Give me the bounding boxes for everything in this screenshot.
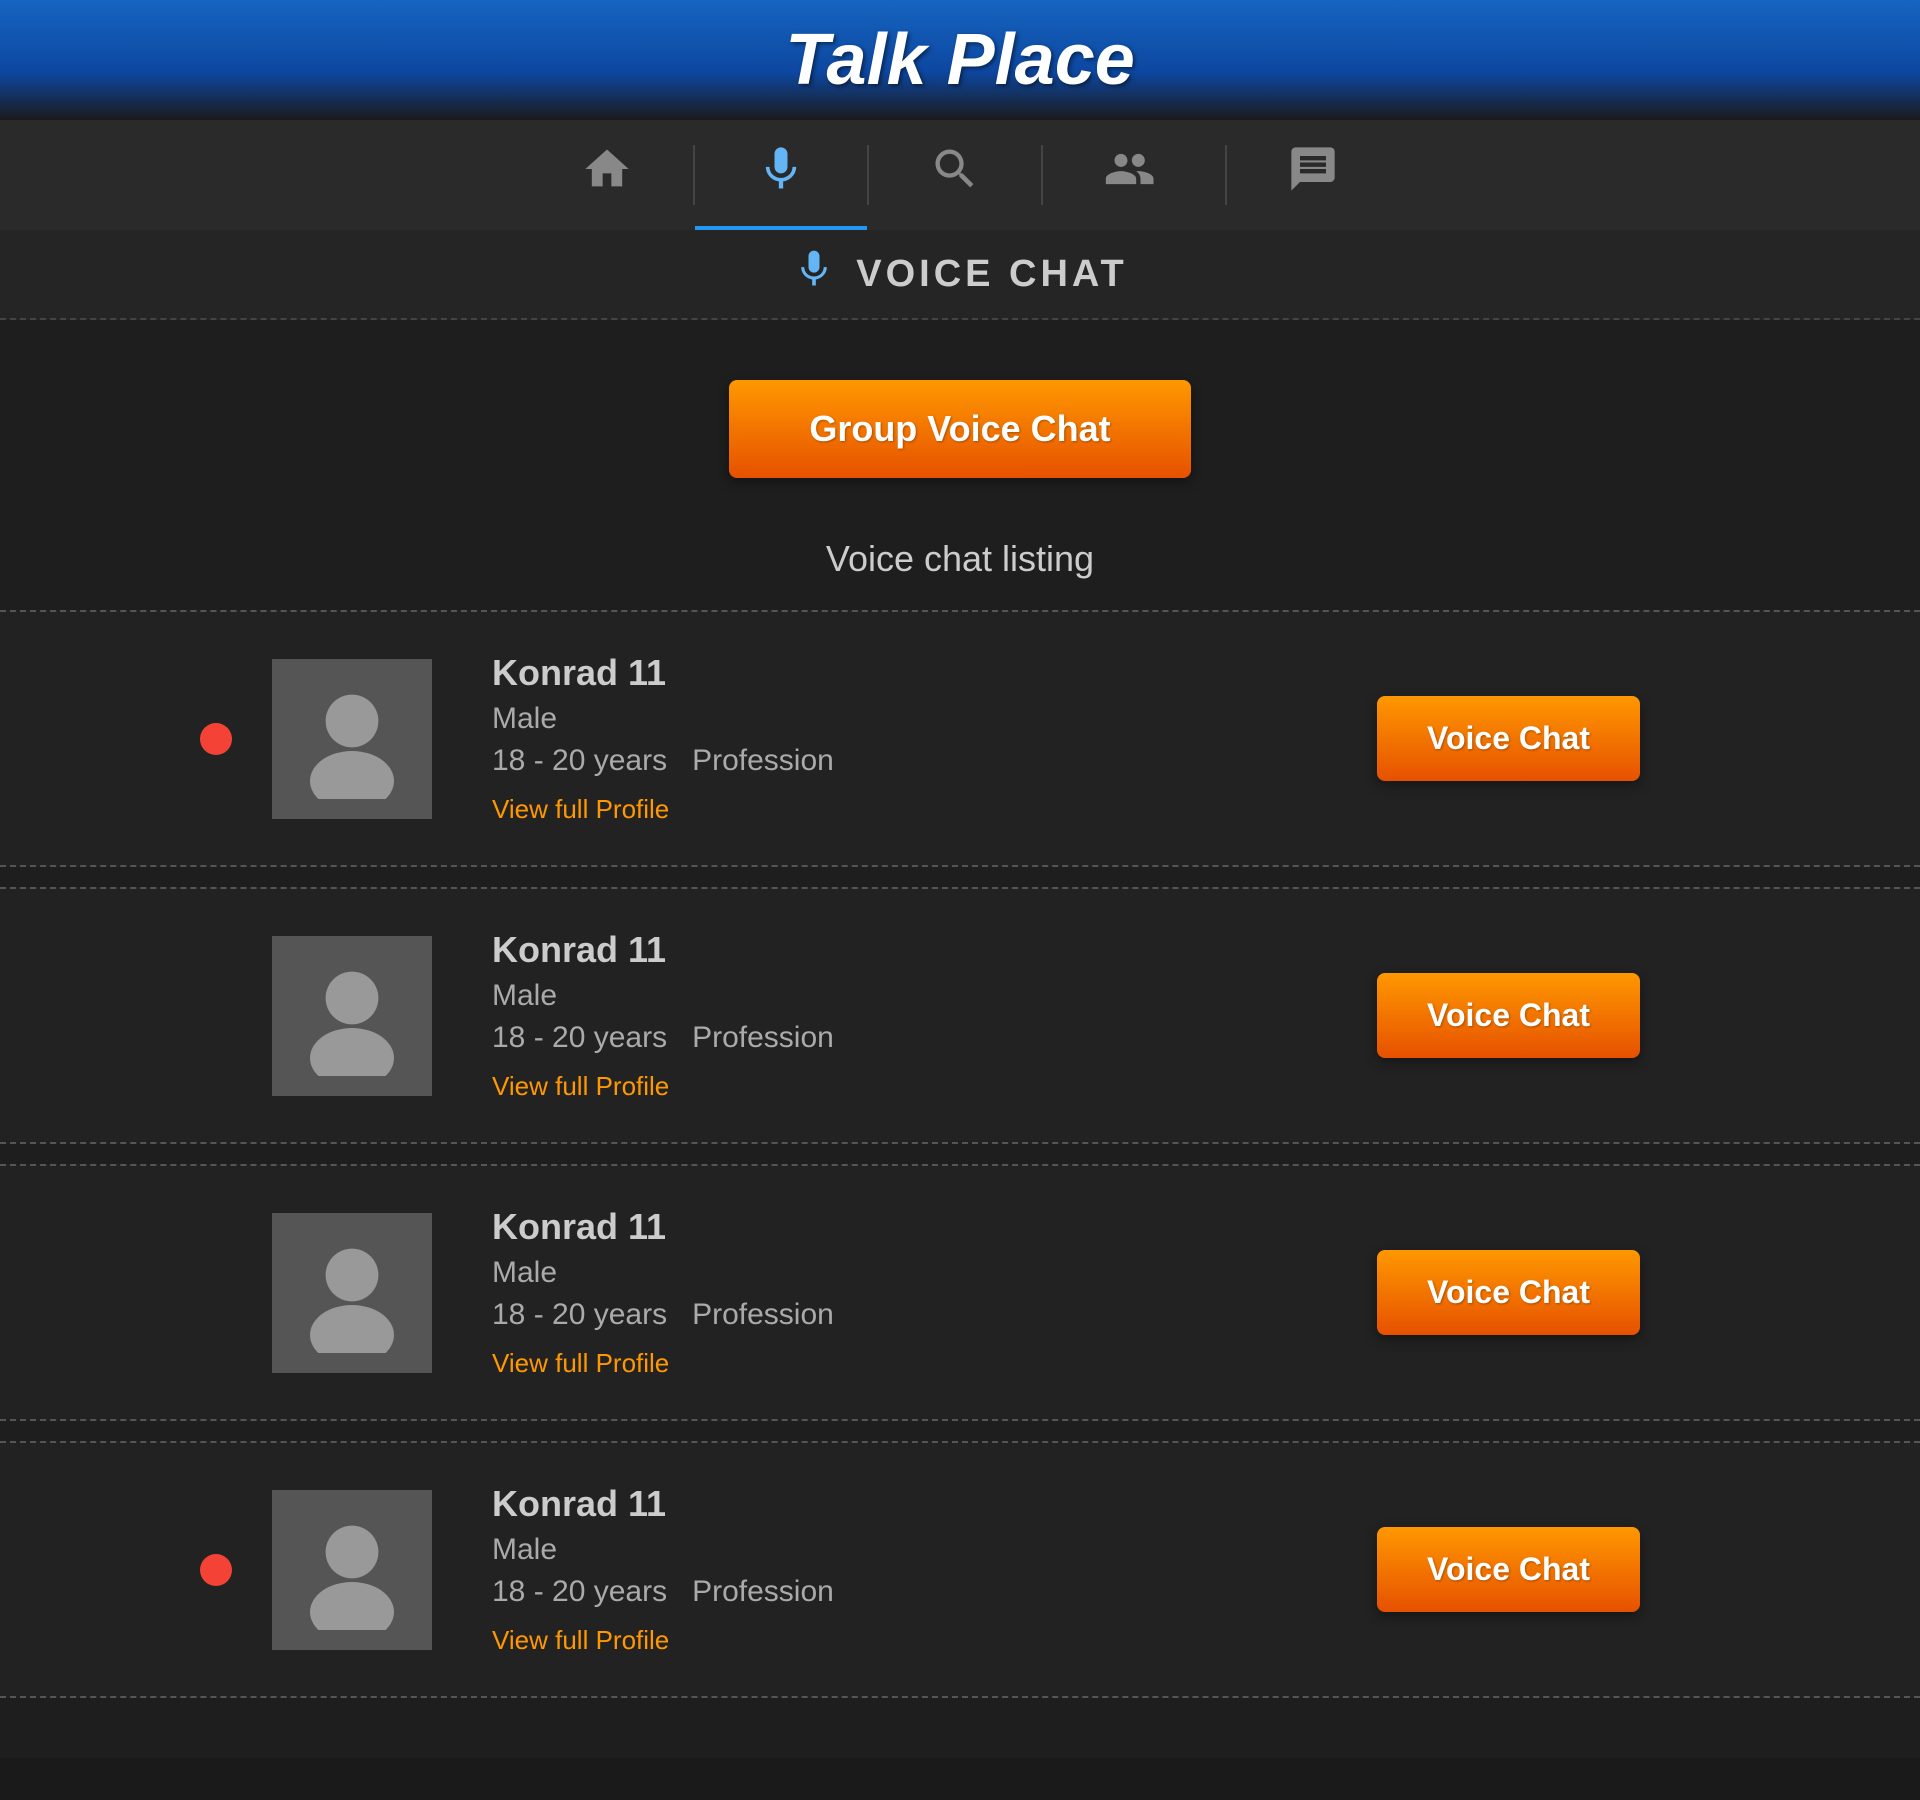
logo-talk: Talk (785, 20, 946, 100)
no-online-indicator (200, 1277, 232, 1309)
avatar (272, 936, 432, 1096)
message-icon (1287, 143, 1339, 208)
page-title-mic-icon (792, 247, 836, 301)
nav-search[interactable] (869, 120, 1041, 230)
user-name: Konrad 11 (492, 652, 1337, 694)
user-gender: Male (492, 1256, 1337, 1290)
search-icon (929, 143, 981, 208)
user-row: Konrad 11 Male 18 - 20 years Profession … (0, 1441, 1920, 1698)
group-icon (1103, 143, 1165, 208)
group-voice-chat-button[interactable]: Group Voice Chat (729, 380, 1190, 478)
user-details: 18 - 20 years Profession (492, 1021, 1337, 1055)
user-gender: Male (492, 702, 1337, 736)
view-profile-link[interactable]: View full Profile (492, 1348, 669, 1378)
user-name: Konrad 11 (492, 1206, 1337, 1248)
user-info: Konrad 11 Male 18 - 20 years Profession … (492, 929, 1337, 1102)
nav-home[interactable] (521, 120, 693, 230)
section-title: Voice chat listing (0, 538, 1920, 580)
voice-chat-button[interactable]: Voice Chat (1377, 973, 1640, 1058)
user-info: Konrad 11 Male 18 - 20 years Profession … (492, 652, 1337, 825)
group-chat-btn-wrapper: Group Voice Chat (0, 380, 1920, 478)
voice-chat-button[interactable]: Voice Chat (1377, 696, 1640, 781)
view-profile-link[interactable]: View full Profile (492, 794, 669, 824)
user-info: Konrad 11 Male 18 - 20 years Profession … (492, 1206, 1337, 1379)
user-details: 18 - 20 years Profession (492, 1575, 1337, 1609)
navbar (0, 120, 1920, 230)
nav-group[interactable] (1043, 120, 1225, 230)
app-header: Talk Place (0, 0, 1920, 120)
nav-messages[interactable] (1227, 120, 1399, 230)
user-info: Konrad 11 Male 18 - 20 years Profession … (492, 1483, 1337, 1656)
user-list: Konrad 11 Male 18 - 20 years Profession … (0, 610, 1920, 1698)
user-details: 18 - 20 years Profession (492, 744, 1337, 778)
page-title-bar: VOICE CHAT (0, 230, 1920, 320)
user-gender: Male (492, 979, 1337, 1013)
avatar (272, 1213, 432, 1373)
page-title: VOICE CHAT (856, 253, 1128, 296)
logo-place: Place (947, 20, 1135, 100)
avatar (272, 659, 432, 819)
mic-icon (755, 143, 807, 208)
user-row: Konrad 11 Male 18 - 20 years Profession … (0, 610, 1920, 867)
user-name: Konrad 11 (492, 1483, 1337, 1525)
online-indicator (200, 723, 232, 755)
voice-chat-button[interactable]: Voice Chat (1377, 1250, 1640, 1335)
view-profile-link[interactable]: View full Profile (492, 1071, 669, 1101)
user-row: Konrad 11 Male 18 - 20 years Profession … (0, 1164, 1920, 1421)
user-details: 18 - 20 years Profession (492, 1298, 1337, 1332)
user-gender: Male (492, 1533, 1337, 1567)
avatar (272, 1490, 432, 1650)
user-name: Konrad 11 (492, 929, 1337, 971)
main-content: Group Voice Chat Voice chat listing Konr… (0, 320, 1920, 1758)
online-indicator (200, 1554, 232, 1586)
home-icon (581, 143, 633, 208)
app-logo: Talk Place (785, 19, 1135, 101)
no-online-indicator (200, 1000, 232, 1032)
nav-voice[interactable] (695, 120, 867, 230)
voice-chat-button[interactable]: Voice Chat (1377, 1527, 1640, 1612)
view-profile-link[interactable]: View full Profile (492, 1625, 669, 1655)
user-row: Konrad 11 Male 18 - 20 years Profession … (0, 887, 1920, 1144)
